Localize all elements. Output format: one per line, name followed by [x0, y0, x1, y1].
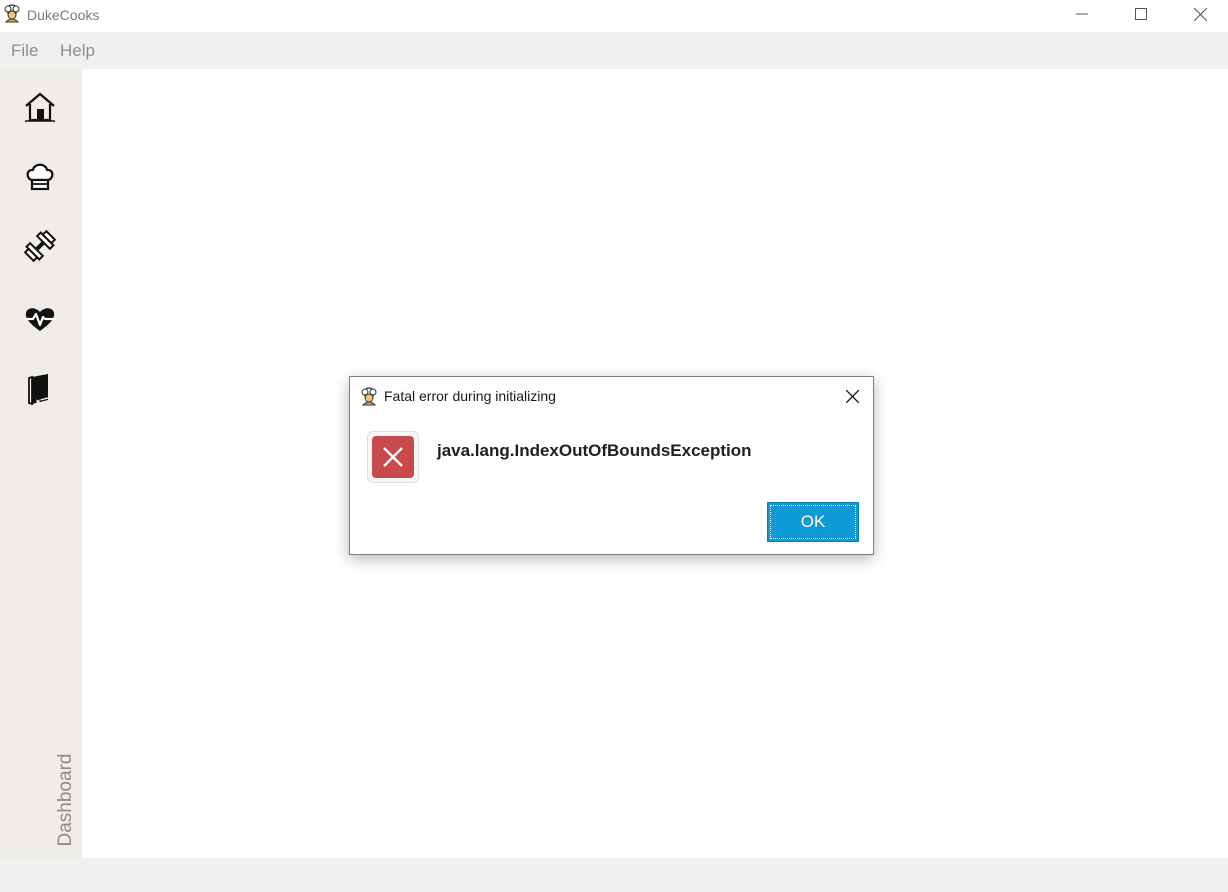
sidebar: Dashboard: [0, 69, 82, 858]
minimize-button[interactable]: [1053, 0, 1111, 28]
error-dialog: Fatal error during initializing java.lan…: [349, 376, 874, 555]
dialog-title: Fatal error during initializing: [384, 388, 556, 404]
sidebar-item-workout[interactable]: [18, 224, 62, 268]
chef-icon: [361, 387, 377, 406]
dialog-close-button[interactable]: [838, 383, 866, 409]
dumbbell-icon: [23, 229, 57, 263]
menu-file[interactable]: File: [11, 41, 38, 61]
app-window: DukeCooks File Help Dashboard Fatal erro…: [0, 0, 1228, 892]
close-window-button[interactable]: [1171, 0, 1228, 28]
sidebar-item-health[interactable]: [18, 297, 62, 341]
close-icon: [845, 389, 859, 403]
title-bar: DukeCooks: [0, 0, 1228, 32]
sidebar-item-home[interactable]: [18, 85, 62, 129]
status-bar: [0, 858, 1228, 892]
x-icon: [383, 447, 403, 467]
home-icon: [25, 92, 55, 122]
error-icon-badge: [372, 436, 414, 478]
app-title: DukeCooks: [27, 7, 100, 23]
current-page-text: Dashboard: [55, 753, 76, 847]
error-icon: [367, 431, 419, 483]
heartbeat-icon: [24, 308, 56, 331]
book-icon: [28, 374, 49, 406]
close-icon: [1193, 7, 1207, 21]
maximize-icon: [1135, 8, 1147, 20]
menu-bar: File Help: [0, 32, 1228, 69]
minimize-icon: [1076, 13, 1088, 15]
menu-help[interactable]: Help: [60, 41, 95, 61]
chef-icon: [4, 4, 20, 23]
maximize-button[interactable]: [1112, 0, 1170, 28]
current-page-label: Dashboard: [46, 749, 86, 859]
chef-hat-icon: [26, 163, 54, 191]
sidebar-item-diary[interactable]: [18, 367, 62, 411]
sidebar-item-recipes[interactable]: [18, 154, 62, 198]
error-message: java.lang.IndexOutOfBoundsException: [437, 441, 752, 460]
ok-button[interactable]: OK: [767, 502, 859, 542]
